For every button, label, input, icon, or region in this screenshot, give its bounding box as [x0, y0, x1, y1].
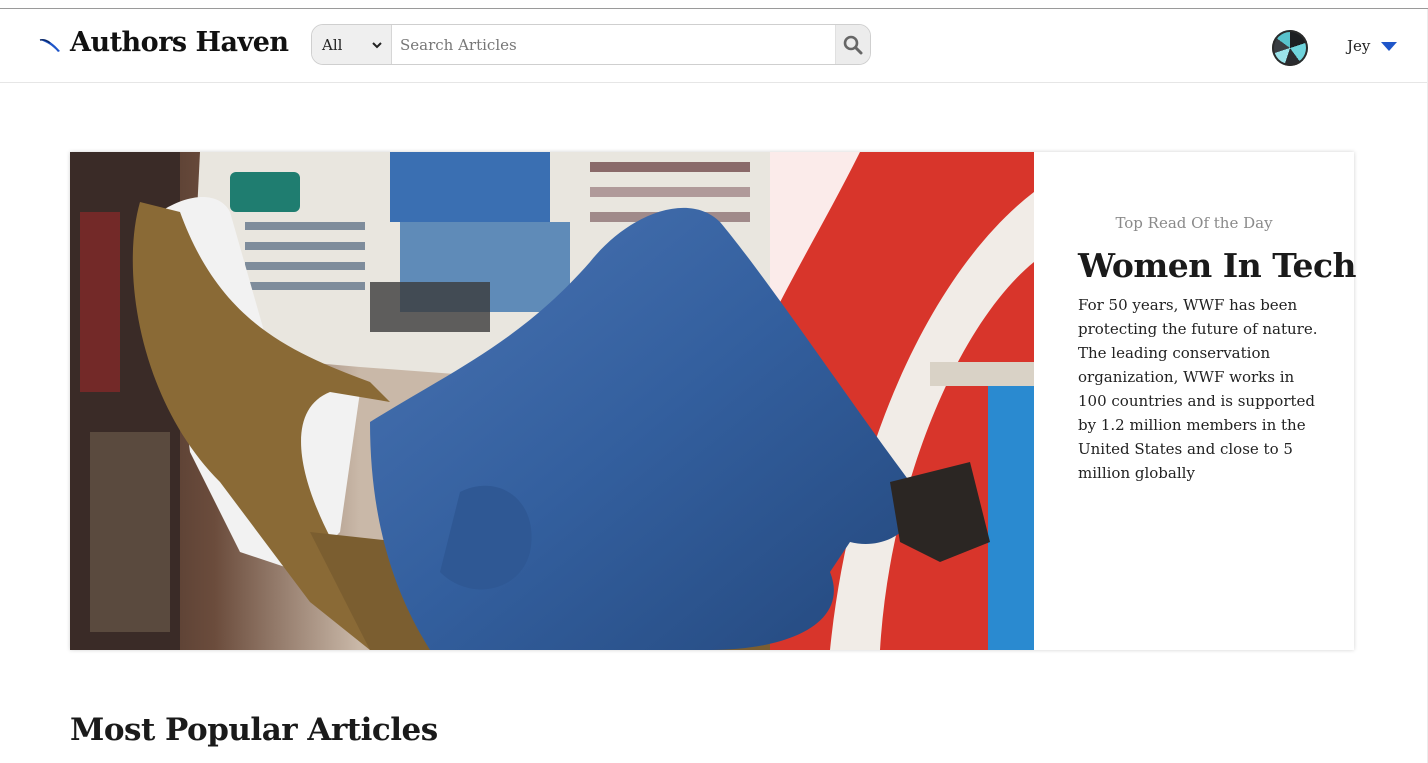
search-category-select[interactable]: All [312, 25, 392, 64]
most-popular-heading: Most Popular Articles [70, 712, 438, 748]
search-category-value: All [322, 35, 343, 54]
quill-icon [39, 38, 60, 52]
search-bar: All [311, 24, 871, 65]
brand-logo-link[interactable]: Authors Haven [38, 27, 289, 58]
search-input[interactable] [392, 25, 835, 64]
featured-kicker: Top Read Of the Day [1115, 214, 1273, 232]
search-icon [843, 35, 863, 54]
top-nav: Authors Haven All Jey [0, 9, 1428, 83]
featured-article-title[interactable]: Women In Tech [1078, 246, 1357, 285]
featured-article-card[interactable]: Top Read Of the Day Women In Tech For 50… [70, 152, 1357, 650]
featured-article-excerpt: For 50 years, WWF has been protecting th… [1078, 296, 1318, 482]
featured-article-text: Top Read Of the Day Women In Tech For 50… [1034, 152, 1357, 650]
chevron-down-icon [372, 41, 382, 48]
user-menu[interactable]: Jey [1347, 37, 1398, 55]
user-avatar[interactable] [1272, 30, 1308, 66]
user-name: Jey [1347, 37, 1371, 55]
caret-down-icon [1381, 42, 1398, 51]
brand-name: Authors Haven [70, 27, 289, 58]
featured-article-image [70, 152, 1034, 650]
search-button[interactable] [835, 25, 870, 64]
